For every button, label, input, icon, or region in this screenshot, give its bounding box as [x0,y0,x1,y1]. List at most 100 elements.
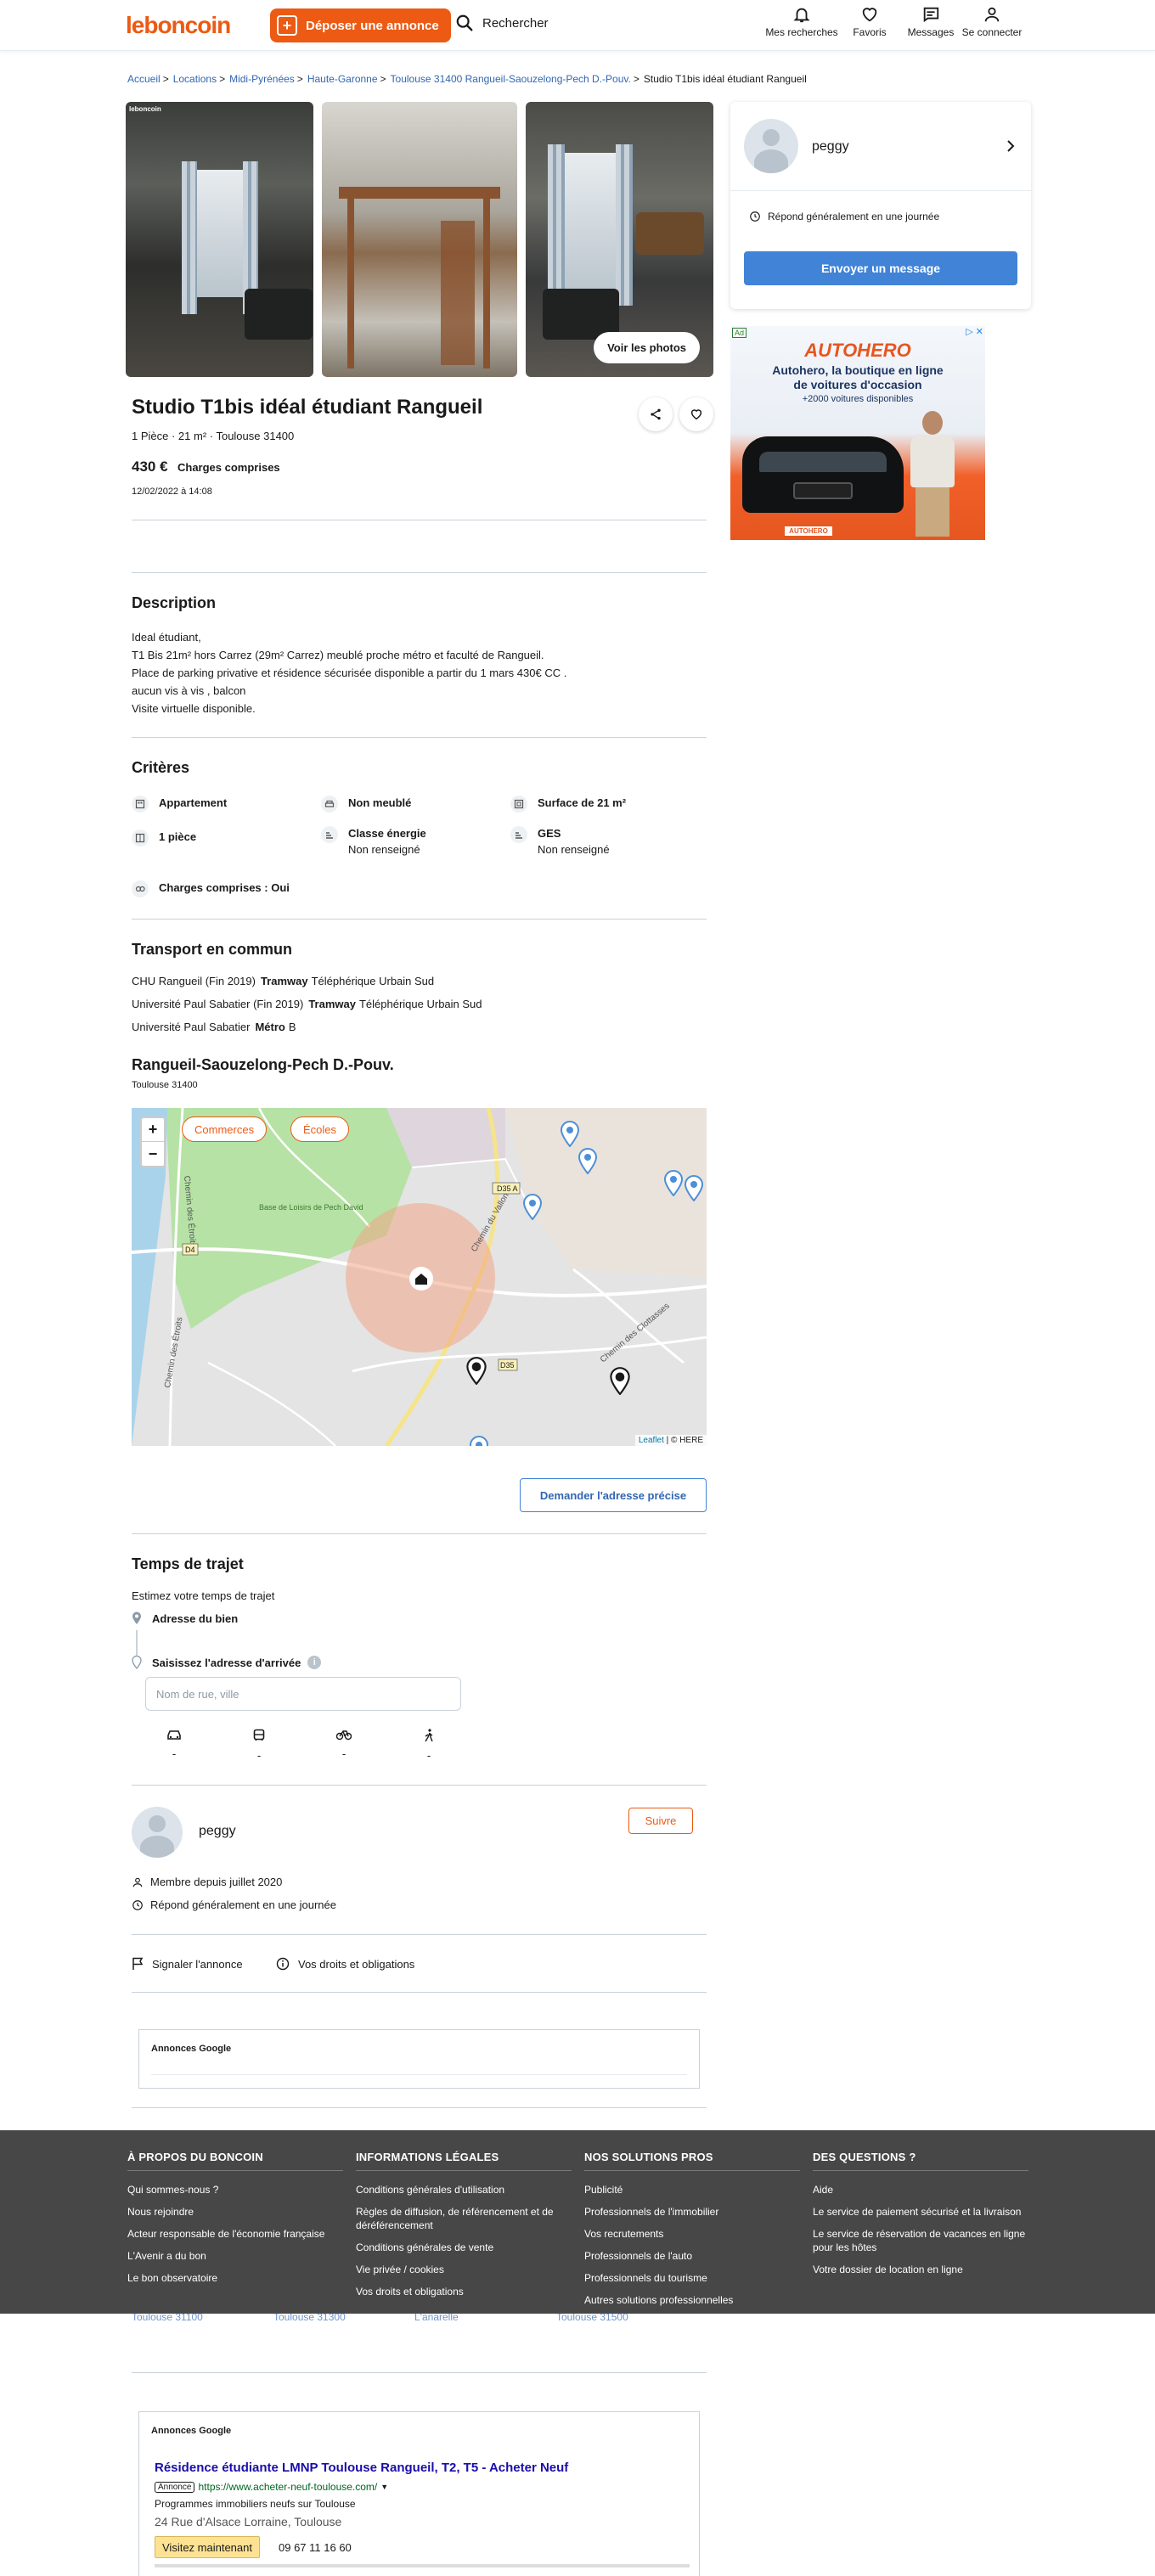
google-ad-phone[interactable]: 09 67 11 16 60 [279,2541,352,2554]
report-ad-link[interactable]: Signaler l'annonce [132,1957,243,1971]
search-label: Rechercher [482,15,549,31]
arrival-address-input[interactable]: Nom de rue, ville [145,1677,461,1711]
criterion-energy: Classe énergie Non renseigné [321,826,426,858]
listing-photo-1[interactable]: leboncoin [126,102,313,377]
footer-link[interactable]: Acteur responsable de l'économie françai… [127,2227,343,2241]
footer-link[interactable]: L'Avenir a du bon [127,2249,343,2263]
footer-link[interactable]: Autres solutions professionnelles [584,2293,800,2307]
bike-icon [336,1730,352,1741]
seller-name[interactable]: peggy [812,139,849,155]
travel-mode-car[interactable]: - [157,1729,191,1760]
footer-link[interactable]: Professionnels de l'auto [584,2249,800,2263]
similar-listing-location[interactable]: Toulouse 31300 [273,2311,346,2323]
ad-choices-icon[interactable]: ▷ ✕ [966,326,983,337]
send-message-button[interactable]: Envoyer un message [744,251,1017,285]
footer-link[interactable]: Vie privée / cookies [356,2263,572,2276]
breadcrumb-city[interactable]: Toulouse 31400 Rangueil-Saouzelong-Pech … [391,73,631,85]
google-ad-url-line: Annonce https://www.acheter-neuf-toulous… [155,2481,388,2493]
criterion-charges: Charges comprises : Oui [132,880,290,897]
map-shop-pin-icon[interactable] [465,1356,487,1385]
photo-curtain [182,161,197,314]
chevron-right-icon[interactable] [1006,139,1016,153]
nav-login[interactable]: Se connecter [961,5,1023,38]
footer-link[interactable]: Votre dossier de location en ligne [813,2263,1028,2276]
travel-origin: Adresse du bien [132,1611,238,1625]
avatar[interactable] [132,1807,183,1858]
footer-link[interactable]: Publicité [584,2183,800,2196]
map-pin-icon[interactable] [578,1147,598,1174]
seller-name[interactable]: peggy [199,1824,236,1839]
travel-mode-bike[interactable]: - [327,1729,361,1760]
location-map[interactable]: Base de Loisirs de Pech David Chemin du … [132,1108,707,1446]
travel-mode-transit[interactable]: - [242,1729,276,1762]
filter-schools-chip[interactable]: Écoles [290,1116,350,1142]
similar-listing-location[interactable]: L'anarelle [414,2311,459,2323]
map-pin-icon[interactable] [663,1169,684,1196]
google-ad-cta-button[interactable]: Visitez maintenant [155,2536,260,2558]
ad-subtitle: +2000 voitures disponibles [802,394,914,404]
footer-link[interactable]: Professionnels du tourisme [584,2271,800,2285]
share-button[interactable] [639,397,673,431]
google-ad-url[interactable]: https://www.acheter-neuf-toulouse.com/ [198,2481,377,2493]
map-pin-icon[interactable] [560,1120,580,1147]
favorite-button[interactable] [679,397,713,431]
transport-stop: Université Paul Sabatier (Fin 2019) [132,998,304,1010]
similar-listing-location[interactable]: Toulouse 31100 [132,2311,203,2323]
transport-row: CHU Rangueil (Fin 2019) Tramway Téléphériq… [132,975,434,987]
site-logo[interactable]: leboncoin [126,12,231,39]
criterion-label: Surface de 21 m² [538,796,627,809]
autohero-ad[interactable]: Ad ▷ ✕ AUTOHERO Autohero, la boutique en… [730,326,985,540]
footer-link[interactable]: Aide [813,2183,1028,2196]
footer-link[interactable]: Vos recrutements [584,2227,800,2241]
building-icon [132,796,149,813]
request-address-button[interactable]: Demander l'adresse précise [520,1478,707,1512]
footer-link[interactable]: Nous rejoindre [127,2205,343,2219]
travel-mode-walk[interactable]: - [412,1729,446,1762]
breadcrumb-department[interactable]: Haute-Garonne [307,73,378,85]
rights-link[interactable]: Vos droits et obligations [276,1957,414,1971]
similar-listing-location[interactable]: Toulouse 31500 [556,2311,628,2323]
photo-loft-post [347,199,354,368]
follow-button[interactable]: Suivre [628,1808,693,1834]
breadcrumb-home[interactable]: Accueil [127,73,161,85]
google-ad-address: 24 Rue d'Alsace Lorraine, Toulouse [155,2515,342,2528]
map-pin-icon[interactable] [684,1174,704,1201]
footer-link[interactable]: Vos droits et obligations [356,2285,572,2298]
criterion-label: 1 pièce [159,830,197,843]
travel-estimate-text: Estimez votre temps de trajet [132,1589,275,1602]
map-pin-icon[interactable] [522,1193,543,1220]
breadcrumb-region[interactable]: Midi-Pyrénées [229,73,295,85]
google-ad-title[interactable]: Résidence étudiante LMNP Toulouse Rangue… [155,2461,568,2475]
footer-link[interactable]: Conditions générales d'utilisation [356,2183,572,2196]
listing-photo-2[interactable] [322,102,517,377]
nav-saved-searches[interactable]: Mes recherches [764,5,839,38]
chevron-down-icon[interactable]: ▼ [380,2483,388,2491]
footer-link[interactable]: Le service de paiement sécurisé et la li… [813,2205,1028,2219]
map-pin-icon[interactable] [469,1435,489,1446]
footer-link[interactable]: Le service de réservation de vacances en… [813,2227,1028,2254]
listing-photo-3[interactable]: Voir les photos [526,102,713,377]
avatar[interactable] [744,119,798,173]
footer-link[interactable]: Le bon observatoire [127,2271,343,2285]
leaflet-link[interactable]: Leaflet [639,1436,664,1445]
footer-link[interactable]: Professionnels de l'immobilier [584,2205,800,2219]
footer-link[interactable]: Conditions générales de vente [356,2241,572,2254]
person-shirt [910,435,955,487]
info-icon[interactable]: i [307,1656,322,1669]
nav-favorites[interactable]: Favoris [839,5,900,38]
zoom-out-button[interactable]: − [142,1142,164,1166]
nav-messages[interactable]: Messages [900,5,961,38]
search-link[interactable]: Rechercher [455,14,549,32]
footer-link[interactable]: Qui sommes-nous ? [127,2183,343,2196]
member-since-label: Membre depuis juillet 2020 [150,1876,283,1888]
see-photos-button[interactable]: Voir les photos [594,332,700,363]
breadcrumb-locations[interactable]: Locations [173,73,217,85]
filter-shops-chip[interactable]: Commerces [182,1116,268,1142]
person-pants [916,487,949,537]
map-shop-pin-icon[interactable] [609,1366,631,1395]
photo-sofa [245,289,313,340]
zoom-in-button[interactable]: + [142,1118,164,1142]
footer-link[interactable]: Règles de diffusion, de référencement et… [356,2205,572,2232]
post-ad-button[interactable]: + Déposer une annonce [270,8,451,42]
divider [132,1533,707,1534]
